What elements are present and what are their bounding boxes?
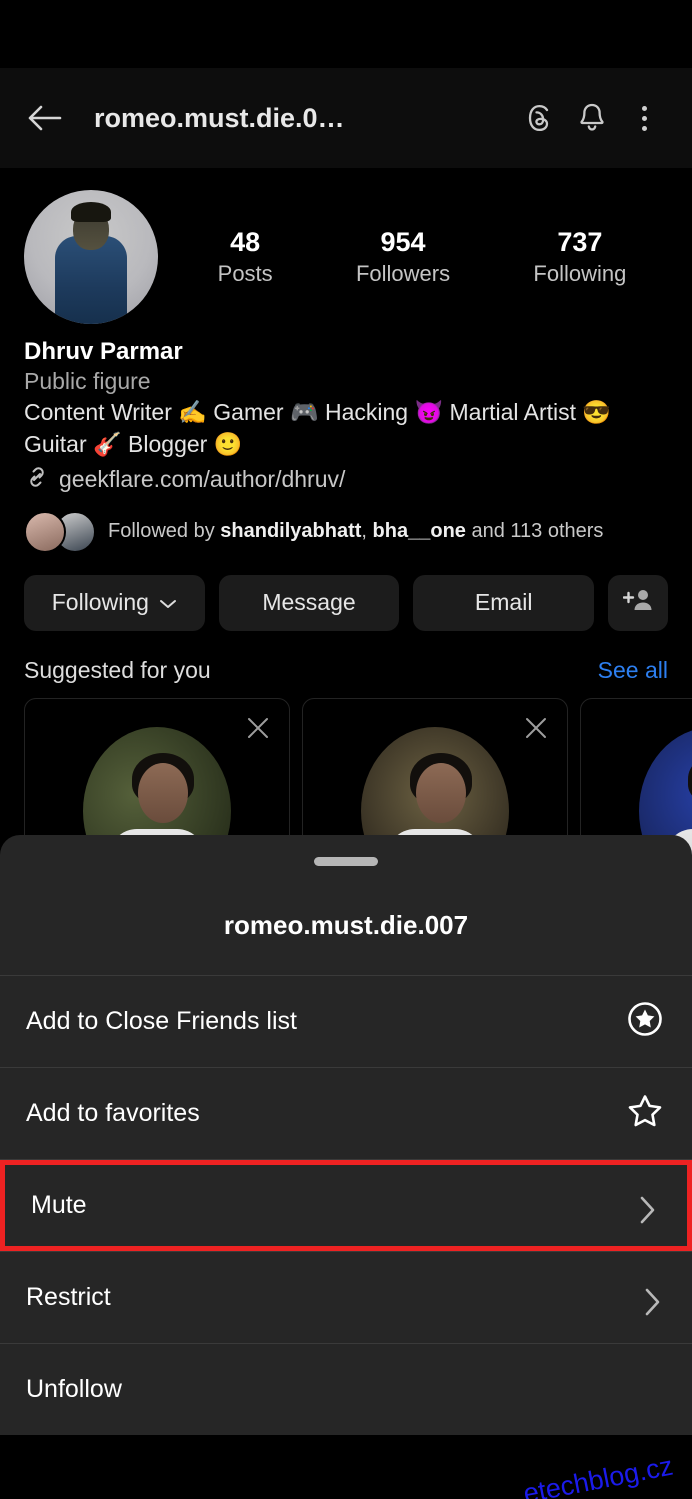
profile-action-buttons: Following Message Email: [24, 574, 669, 631]
close-icon[interactable]: [245, 715, 271, 746]
followers-count: 954: [380, 226, 426, 257]
profile-name: Dhruv Parmar: [24, 338, 183, 365]
sheet-item-label: Unfollow: [26, 1375, 122, 1403]
suggested-header: Suggested for you See all: [24, 657, 668, 684]
profile-link-text: geekflare.com/author/dhruv/: [59, 465, 346, 492]
profile-stats: 48 Posts 954 Followers 737 Following: [158, 226, 668, 288]
bottom-sheet: romeo.must.die.007 Add to Close Friends …: [0, 835, 692, 1435]
following-button-label: Following: [51, 589, 149, 616]
bell-icon[interactable]: [566, 92, 618, 144]
chevron-right-icon: [637, 1194, 661, 1223]
stat-followers[interactable]: 954 Followers: [356, 226, 450, 288]
sheet-drag-handle[interactable]: [314, 857, 378, 866]
star-circle-icon: [624, 998, 666, 1045]
sheet-item-label: Restrict: [26, 1283, 111, 1311]
following-count: 737: [557, 226, 603, 257]
page-title: romeo.must.die.0…: [94, 102, 345, 133]
profile-link-row[interactable]: geekflare.com/author/dhruv/: [24, 464, 668, 495]
threads-icon[interactable]: [514, 92, 566, 144]
followers-label: Followers: [355, 260, 451, 286]
mutual-avatar-1: [24, 510, 66, 553]
avatar[interactable]: [24, 190, 158, 324]
message-button[interactable]: Message: [218, 574, 400, 631]
profile-section: 48 Posts 954 Followers 737 Following Dhr…: [0, 168, 692, 898]
posts-count: 48: [230, 226, 261, 257]
message-button-label: Message: [262, 589, 356, 616]
followed-by-row[interactable]: Followed by shandilyabhatt, bha__one and…: [24, 510, 668, 553]
following-label: Following: [533, 260, 627, 286]
app-header: romeo.must.die.0…: [0, 68, 692, 168]
add-person-button[interactable]: [608, 574, 669, 631]
profile-category: Public figure: [24, 368, 151, 394]
mutual-user-1: shandilyabhatt: [220, 520, 362, 543]
status-bar: [0, 0, 692, 68]
chevron-down-icon: [159, 589, 177, 616]
followed-by-text: Followed by shandilyabhatt, bha__one and…: [108, 520, 603, 543]
link-icon: [24, 464, 50, 495]
profile-bio-line-2: Guitar 🎸 Blogger 🙂: [24, 431, 243, 458]
see-all-link[interactable]: See all: [598, 657, 668, 684]
stat-following[interactable]: 737 Following: [533, 226, 626, 288]
add-person-icon: [622, 587, 653, 619]
followed-by-prefix: Followed by: [108, 520, 221, 543]
sheet-item-restrict[interactable]: Restrict: [0, 1252, 692, 1343]
followed-by-separator: ,: [361, 520, 373, 543]
posts-label: Posts: [217, 260, 273, 286]
three-dot-menu-icon[interactable]: [618, 92, 670, 144]
mutual-user-2: bha__one: [372, 520, 466, 543]
phone-screen: romeo.must.die.0… 48 Posts 954 Followers…: [0, 0, 692, 1499]
stat-posts[interactable]: 48 Posts: [218, 226, 273, 288]
chevron-right-icon: [642, 1286, 666, 1315]
sheet-item-label: Mute: [31, 1191, 87, 1219]
close-icon[interactable]: [523, 715, 549, 746]
following-button[interactable]: Following: [24, 574, 205, 631]
sheet-item-add-close-friends[interactable]: Add to Close Friends list: [0, 976, 692, 1067]
back-arrow-icon[interactable]: [22, 95, 68, 141]
sheet-item-mute[interactable]: Mute: [0, 1160, 692, 1251]
sheet-item-add-favorites[interactable]: Add to favorites: [0, 1068, 692, 1159]
sheet-item-unfollow[interactable]: Unfollow: [0, 1344, 692, 1435]
sheet-item-label: Add to favorites: [26, 1099, 200, 1127]
mutual-avatars: [24, 510, 98, 553]
followed-by-suffix: and 113 others: [465, 520, 604, 543]
email-button-label: Email: [474, 589, 533, 616]
suggested-title: Suggested for you: [24, 656, 211, 683]
star-outline-icon: [624, 1090, 666, 1137]
sheet-item-label: Add to Close Friends list: [26, 1007, 297, 1035]
sheet-title: romeo.must.die.007: [223, 910, 469, 940]
profile-header-row: 48 Posts 954 Followers 737 Following: [24, 168, 668, 324]
profile-bio-line-1: Content Writer ✍️ Gamer 🎮 Hacking 😈 Mart…: [24, 399, 612, 425]
email-button[interactable]: Email: [413, 574, 595, 631]
